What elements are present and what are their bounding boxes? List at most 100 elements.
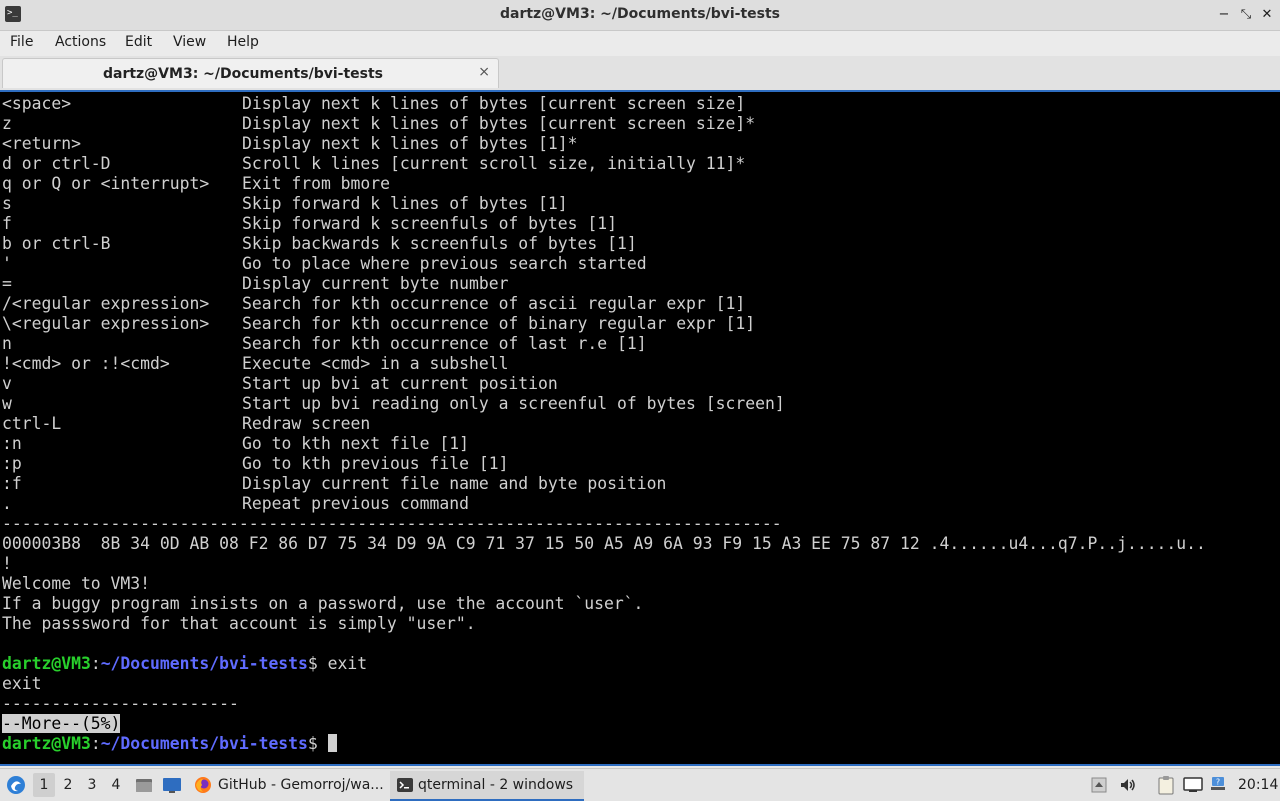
help-description: Skip backwards k screenfuls of bytes [1] [242, 234, 637, 253]
help-description: Redraw screen [242, 414, 371, 433]
task-firefox[interactable]: GitHub - Gemorroj/wa... [190, 771, 386, 799]
menu-file[interactable]: File [10, 34, 33, 50]
desktop-4[interactable]: 4 [105, 773, 127, 797]
help-description: Skip forward k lines of bytes [1] [242, 194, 568, 213]
window-title: dartz@VM3: ~/Documents/bvi-tests [499, 6, 781, 22]
help-key: s [2, 194, 12, 213]
text-cursor [327, 734, 337, 752]
menu-edit[interactable]: Edit [125, 34, 152, 50]
help-description: Search for kth occurrence of binary regu… [242, 314, 756, 333]
hex-dump-line: 000003B8 8B 34 0D AB 08 F2 86 D7 75 34 D… [2, 534, 1206, 553]
help-key: b or ctrl-B [2, 234, 111, 253]
help-key: z [2, 114, 12, 133]
help-key: w [2, 394, 12, 413]
help-description: Scroll k lines [current scroll size, ini… [242, 154, 746, 173]
help-description: Go to kth next file [1] [242, 434, 469, 453]
help-description: Start up bvi reading only a screenful of… [242, 394, 785, 413]
menu-icon[interactable] [6, 775, 26, 799]
prompt-dollar: $ [307, 654, 328, 673]
prompt-path: ~/Documents/bvi-tests [100, 734, 308, 753]
close-button[interactable]: ✕ [1257, 5, 1277, 25]
help-description: Go to kth previous file [1] [242, 454, 509, 473]
task-qterminal-label: qterminal - 2 windows [418, 777, 574, 793]
help-description: Display next k lines of bytes [current s… [242, 114, 756, 133]
help-key: :n [2, 434, 22, 453]
active-prompt-line: dartz@VM3:~/Documents/bvi-tests$ [2, 734, 337, 754]
terminal-icon [396, 776, 414, 799]
prompt-path: ~/Documents/bvi-tests [100, 654, 308, 673]
tab-close-icon[interactable]: ⨯ [478, 64, 490, 80]
prompt-line: dartz@VM3:~/Documents/bvi-tests$ exit [2, 654, 367, 674]
help-description: Execute <cmd> in a subshell [242, 354, 509, 373]
prompt-user: dartz@VM3 [2, 734, 91, 753]
help-key: !<cmd> or :!<cmd> [2, 354, 170, 373]
title-bar: >_ dartz@VM3: ~/Documents/bvi-tests − ⤡ … [0, 0, 1280, 31]
menu-actions[interactable]: Actions [55, 34, 106, 50]
command-echo: exit [2, 674, 42, 693]
clipboard-icon[interactable] [1157, 775, 1175, 799]
help-description: Exit from bmore [242, 174, 391, 193]
menu-view[interactable]: View [173, 34, 206, 50]
tab-bar: dartz@VM3: ~/Documents/bvi-tests ⨯ [0, 56, 1280, 90]
welcome-text: Welcome to VM3! [2, 574, 151, 593]
help-key: q or Q or <interrupt> [2, 174, 210, 193]
help-key: :p [2, 454, 22, 473]
help-key: ctrl-L [2, 414, 62, 433]
tab-title: dartz@VM3: ~/Documents/bvi-tests [102, 66, 384, 82]
show-desktop-icon[interactable] [162, 776, 182, 798]
motd-line-2: The passsword for that account is simply… [2, 614, 476, 633]
minimize-button[interactable]: − [1214, 5, 1234, 25]
separator-line: ----------------------------------------… [2, 514, 782, 533]
help-description: Display current byte number [242, 274, 509, 293]
desktop-1[interactable]: 1 [33, 773, 55, 797]
maximize-button[interactable]: ⤡ [1236, 5, 1256, 25]
task-firefox-label: GitHub - Gemorroj/wa... [218, 777, 384, 793]
help-description: Display next k lines of bytes [1]* [242, 134, 578, 153]
help-description: Display current file name and byte posit… [242, 474, 667, 493]
help-description: Search for kth occurrence of last r.e [1… [242, 334, 647, 353]
terminal-output[interactable]: <space> Display next k lines of bytes [cu… [0, 90, 1280, 766]
svg-text:?: ? [1216, 778, 1220, 787]
tray-expand-icon[interactable] [1091, 776, 1107, 798]
help-key: . [2, 494, 12, 513]
display-icon[interactable] [1183, 776, 1203, 798]
help-key: :f [2, 474, 22, 493]
help-key: = [2, 274, 12, 293]
separator-short: ------------------------ [2, 694, 239, 713]
typed-command: exit [327, 654, 368, 673]
prompt-dollar: $ [307, 734, 328, 753]
help-key: \<regular expression> [2, 314, 210, 333]
help-description: Start up bvi at current position [242, 374, 558, 393]
motd-line-1: If a buggy program insists on a password… [2, 594, 644, 613]
task-qterminal[interactable]: qterminal - 2 windows [390, 771, 584, 801]
file-manager-icon[interactable] [135, 776, 153, 798]
menu-bar: File Actions Edit View Help [0, 31, 1280, 56]
help-description: Repeat previous command [242, 494, 469, 513]
help-description: Display next k lines of bytes [current s… [242, 94, 746, 113]
network-icon[interactable]: ? [1209, 775, 1227, 797]
firefox-icon [194, 776, 212, 799]
help-key: /<regular expression> [2, 294, 210, 313]
help-key: f [2, 214, 12, 233]
prompt-colon: : [90, 654, 101, 673]
help-key: d or ctrl-D [2, 154, 111, 173]
prompt-colon: : [90, 734, 101, 753]
terminal-tab[interactable]: dartz@VM3: ~/Documents/bvi-tests ⨯ [2, 58, 499, 88]
volume-icon[interactable] [1119, 776, 1137, 798]
help-key: <space> [2, 94, 72, 113]
prompt-user: dartz@VM3 [2, 654, 91, 673]
desktop-3[interactable]: 3 [81, 773, 103, 797]
help-key: v [2, 374, 12, 393]
clock[interactable]: 20:14 [1238, 769, 1278, 801]
help-description: Go to place where previous search starte… [242, 254, 647, 273]
help-description: Skip forward k screenfuls of bytes [1] [242, 214, 617, 233]
help-key: ' [2, 254, 12, 273]
desktop-2[interactable]: 2 [57, 773, 79, 797]
more-indicator: --More--(5%) [2, 714, 121, 733]
bang-line: ! [2, 554, 12, 573]
more-line: --More--(5%) [2, 714, 121, 734]
help-description: Search for kth occurrence of ascii regul… [242, 294, 746, 313]
taskbar: 1 2 3 4 GitHub - Gemorroj/wa... qtermina… [0, 768, 1280, 801]
menu-help[interactable]: Help [227, 34, 259, 50]
help-key: n [2, 334, 12, 353]
